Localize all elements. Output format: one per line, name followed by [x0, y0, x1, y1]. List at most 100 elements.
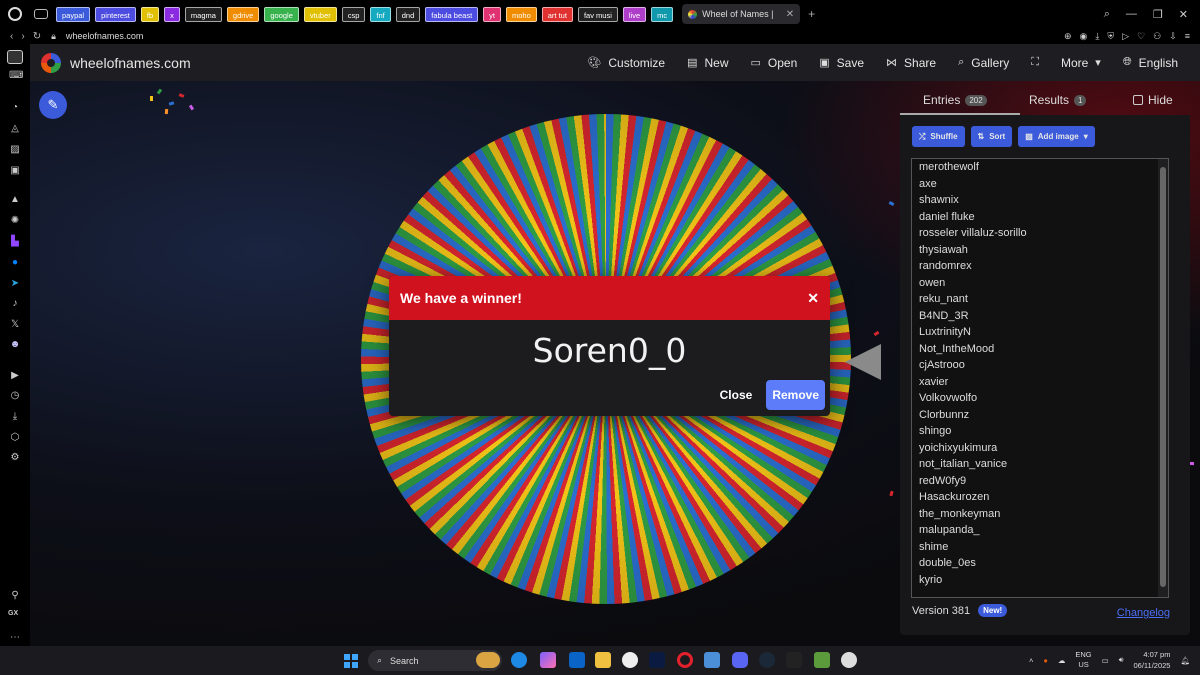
discord-icon[interactable]: ☻ — [9, 339, 21, 351]
file-explorer-icon[interactable] — [595, 652, 611, 668]
more-button[interactable]: More ▾ — [1061, 56, 1101, 70]
history-icon[interactable]: ◷ — [9, 390, 21, 402]
bookmark-art-tut[interactable]: art tut — [541, 6, 573, 22]
tab-island-icon[interactable] — [34, 9, 48, 19]
bookmark-paypal[interactable]: paypal — [56, 6, 91, 22]
steam-icon[interactable] — [759, 652, 775, 668]
minecraft-icon[interactable] — [814, 652, 830, 668]
forward-icon[interactable]: › — [21, 31, 24, 42]
bookmark-fb[interactable]: fb — [140, 6, 160, 22]
tab-results[interactable]: Results 1 — [1029, 93, 1087, 107]
bookmark-x[interactable]: x — [164, 6, 180, 22]
bookmark-yt[interactable]: yt — [483, 6, 501, 22]
save-page-icon[interactable]: ⇩ — [1169, 31, 1177, 42]
bookmark-dnd[interactable]: dnd — [395, 6, 421, 22]
gx-icon[interactable]: GX — [8, 610, 18, 617]
tiktok-icon[interactable]: ♪ — [9, 298, 21, 310]
close-button[interactable]: Close — [720, 388, 753, 402]
bookmark-fav-musi[interactable]: fav musi — [577, 6, 618, 22]
windows-start-icon[interactable] — [344, 654, 358, 668]
volume-icon[interactable]: 🔊︎ — [1119, 655, 1124, 665]
bookmark-pinterest[interactable]: pinterest — [95, 6, 136, 22]
download-icon[interactable]: ⤓ — [1095, 31, 1099, 42]
close-icon[interactable]: ✕ — [807, 290, 819, 307]
back-icon[interactable]: ‹ — [10, 31, 13, 42]
downloads-icon[interactable]: ⤓ — [9, 411, 21, 423]
bookmark-csp[interactable]: csp — [341, 6, 366, 22]
changelog-link[interactable]: Changelog — [1117, 607, 1170, 619]
telegram-icon[interactable]: ➤ — [9, 278, 21, 290]
bookmark-moho[interactable]: moho — [506, 6, 537, 22]
pin-icon[interactable]: ⚲ — [9, 590, 21, 602]
edit-pencil-button[interactable]: ✎ — [39, 91, 67, 119]
bookmark-magma[interactable]: magma — [184, 6, 222, 22]
shuffle-button[interactable]: ⤮ Shuffle — [912, 126, 965, 147]
music-icon[interactable]: ▣ — [9, 165, 21, 177]
gallery-button[interactable]: ⌕ Gallery — [958, 56, 1009, 70]
entries-scrollbar[interactable] — [1158, 159, 1168, 597]
gx-corner-icon[interactable]: ◬ — [9, 123, 21, 135]
scrollbar-thumb[interactable] — [1160, 167, 1166, 587]
chevron-up-icon[interactable]: ˄ — [1029, 656, 1033, 665]
extensions-icon[interactable]: ⬡ — [9, 432, 21, 444]
maximize-icon[interactable]: ❐ — [1153, 8, 1163, 21]
close-window-icon[interactable]: ✕ — [1179, 8, 1188, 21]
more-icon[interactable]: ⋯ — [9, 632, 21, 644]
play-icon[interactable]: ▷ — [1122, 31, 1129, 42]
bookmark-live[interactable]: live — [622, 6, 647, 22]
camera-icon[interactable]: ◉ — [1080, 31, 1088, 42]
customize-button[interactable]: 🎨︎ Customize — [587, 56, 665, 70]
player-icon[interactable]: ▶ — [9, 370, 21, 382]
app-icon[interactable] — [622, 652, 638, 668]
heart-icon[interactable]: ♡ — [1137, 31, 1145, 42]
bookmark-fnf[interactable]: fnf — [370, 6, 391, 22]
tab-entries[interactable]: Entries 202 — [923, 93, 987, 107]
new-tab-icon[interactable]: + — [808, 7, 815, 21]
entries-textarea[interactable]: merothewolf axe shawnix daniel fluke rossele… — [911, 158, 1169, 598]
language-indicator[interactable]: ENG US — [1075, 650, 1091, 670]
bookmark-google[interactable]: google — [264, 6, 299, 22]
gx-cleaner-icon[interactable]: ▨ — [9, 144, 21, 156]
zoom-icon[interactable]: ⊕ — [1064, 31, 1072, 42]
user-icon[interactable]: ⚇ — [1153, 31, 1161, 42]
discord-taskbar-icon[interactable] — [732, 652, 748, 668]
bookmark-vtuber[interactable]: vtuber — [303, 6, 337, 22]
gx-control-icon[interactable]: ◔ — [9, 102, 21, 114]
site-title[interactable]: wheelofnames.com — [70, 55, 191, 71]
notification-icon[interactable]: 🔔︎ — [1180, 656, 1190, 665]
app2-icon[interactable] — [841, 652, 857, 668]
paint-icon[interactable] — [704, 652, 720, 668]
add-image-button[interactable]: ▨ Add image ▾ — [1018, 126, 1095, 147]
save-button[interactable]: ▣ Save — [819, 56, 864, 70]
home-icon[interactable] — [7, 50, 23, 64]
opera-gx-icon[interactable] — [677, 652, 693, 668]
minimize-icon[interactable]: — — [1126, 8, 1137, 21]
hide-checkbox[interactable] — [1133, 95, 1143, 105]
onedrive-icon[interactable]: ☁ — [1058, 656, 1066, 665]
remove-button[interactable]: Remove — [766, 380, 825, 410]
store-icon[interactable] — [569, 652, 585, 668]
chatgpt-icon[interactable]: ✺ — [9, 215, 21, 227]
messenger-icon[interactable]: ● — [9, 257, 21, 269]
bookmark-gdrive[interactable]: gdrive — [226, 6, 260, 22]
display-icon[interactable]: ▭ — [1102, 656, 1109, 665]
twitch-icon[interactable]: ▙ — [9, 236, 21, 248]
language-button[interactable]: 🌐︎ English — [1123, 56, 1178, 70]
share-button[interactable]: ⋈ Share — [886, 56, 936, 70]
fullscreen-button[interactable]: ⛶ — [1031, 56, 1039, 69]
edge-icon[interactable] — [511, 652, 527, 668]
copilot-icon[interactable] — [540, 652, 556, 668]
close-tab-icon[interactable]: ✕ — [786, 9, 794, 20]
bookmark-mc[interactable]: mc — [651, 6, 674, 22]
url-field[interactable]: wheelofnames.com — [66, 31, 144, 41]
gamepad-icon[interactable]: ⌨ — [9, 70, 23, 82]
search-tabs-icon[interactable]: ⌕ — [1104, 8, 1110, 21]
hide-toggle[interactable]: Hide — [1133, 93, 1173, 107]
settings-icon[interactable]: ⚙ — [9, 452, 21, 464]
aria-icon[interactable]: ▲ — [9, 194, 21, 206]
menu-icon[interactable]: ≡ — [1185, 31, 1190, 42]
clock[interactable]: 4:07 pm 06/11/2025 — [1133, 649, 1170, 671]
sort-button[interactable]: ⇅ Sort — [970, 126, 1013, 147]
new-button[interactable]: ▤ New — [687, 56, 728, 70]
weather-widget-icon[interactable] — [476, 652, 500, 668]
